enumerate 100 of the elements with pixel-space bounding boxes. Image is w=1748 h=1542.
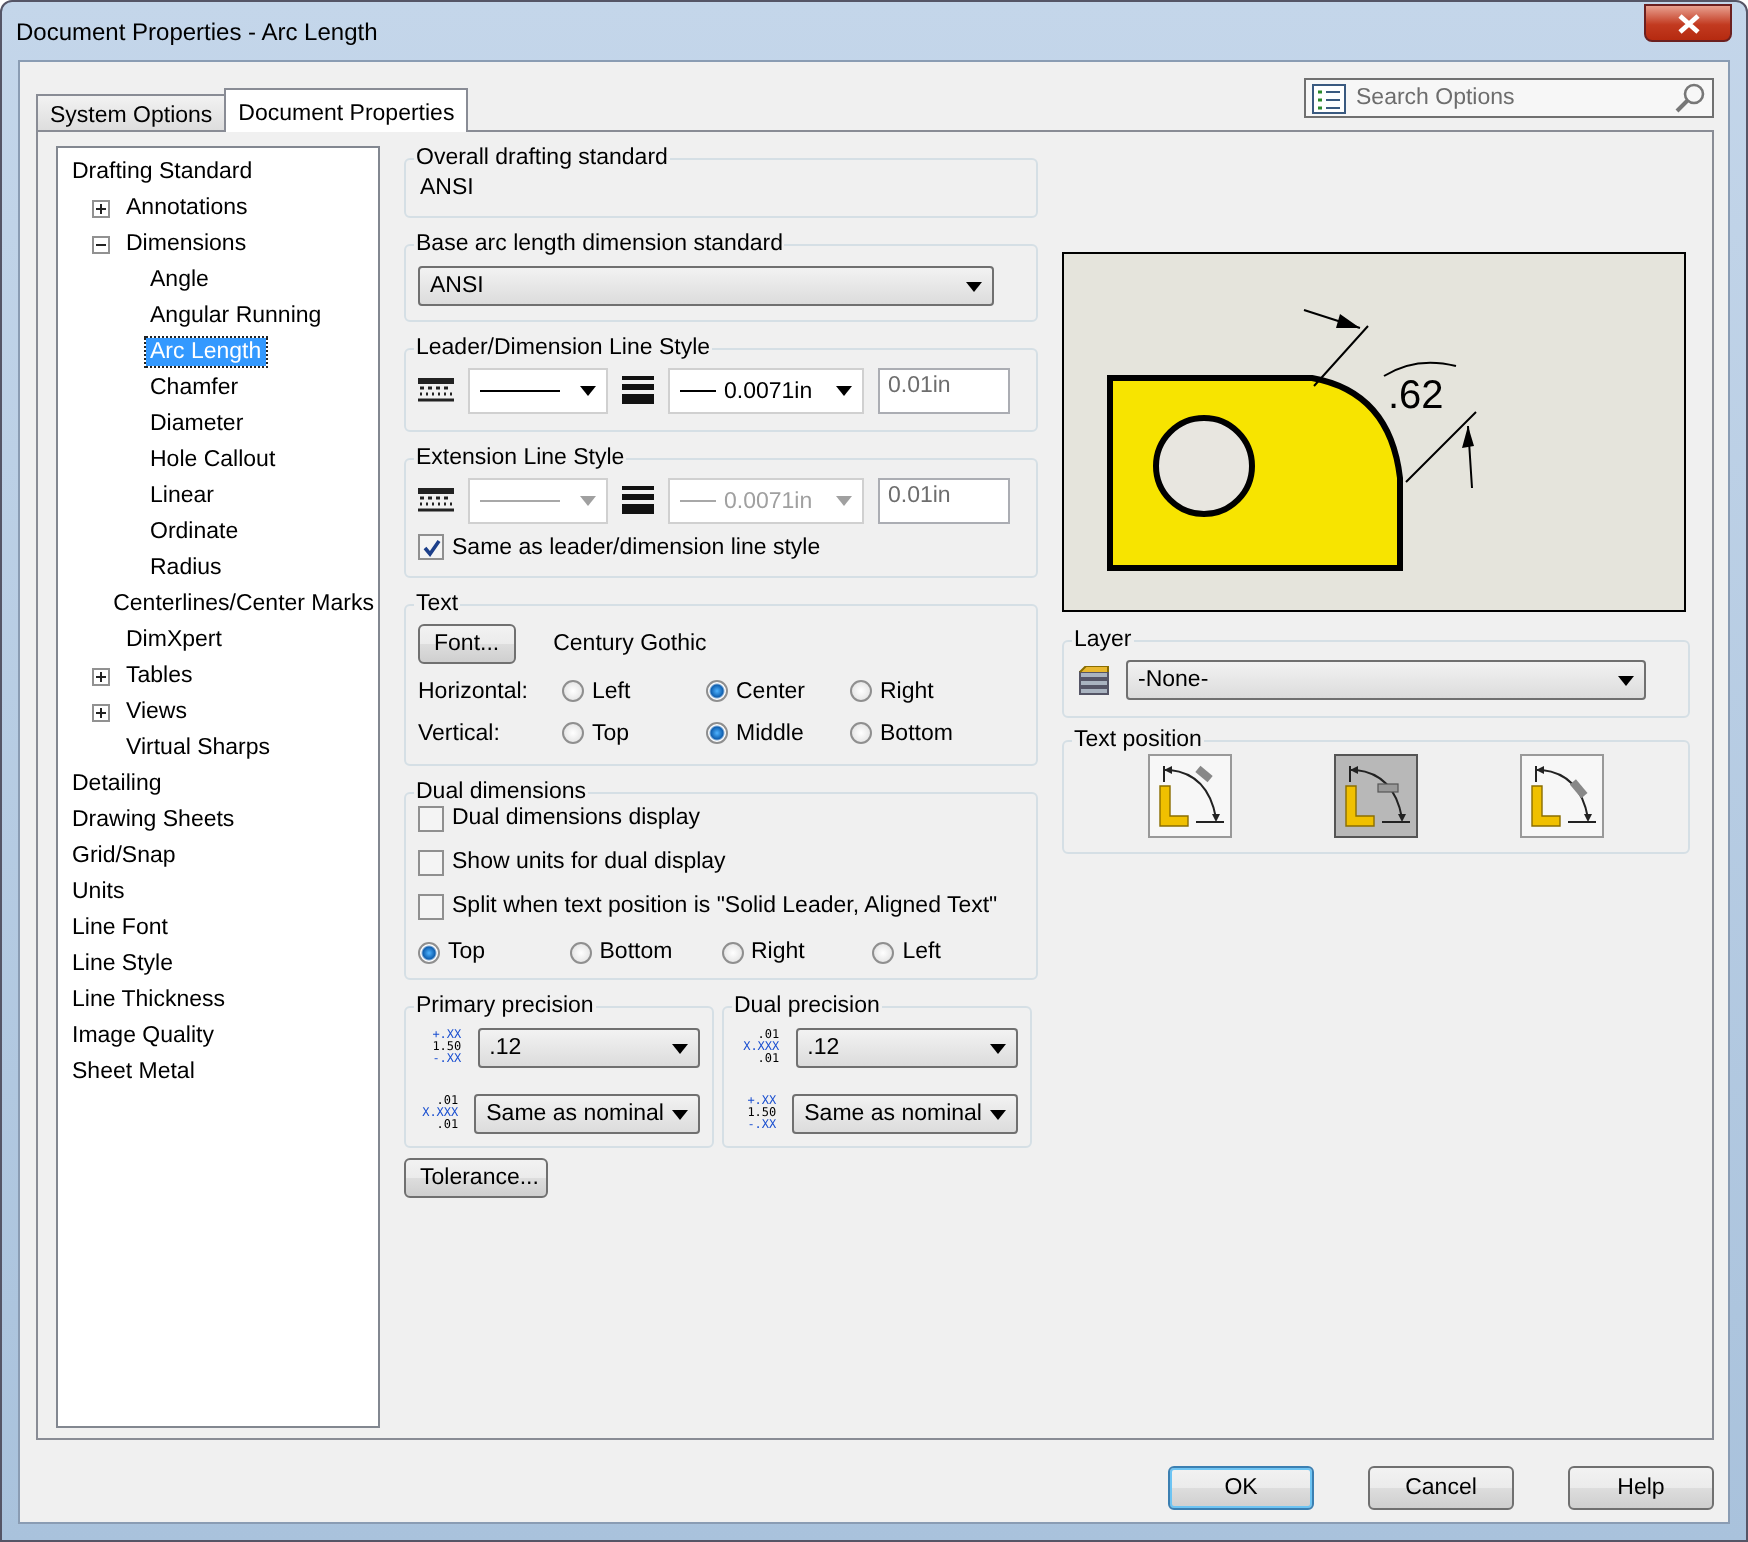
tree-item[interactable]: Image Quality bbox=[68, 1022, 218, 1050]
radio-button[interactable] bbox=[706, 680, 728, 702]
standard-dropdown[interactable]: ANSI bbox=[418, 266, 994, 306]
tree-item[interactable]: Angle bbox=[146, 266, 213, 294]
dialog-button[interactable]: OK bbox=[1168, 1466, 1314, 1510]
expand-icon[interactable] bbox=[92, 667, 110, 685]
line-thickness-dropdown[interactable]: 0.0071in bbox=[668, 368, 864, 414]
group-title: Layer bbox=[1072, 628, 1134, 652]
radio-label: Bottom bbox=[599, 940, 673, 964]
caret-icon bbox=[672, 1109, 688, 1119]
layer-dropdown[interactable]: -None- bbox=[1126, 660, 1646, 700]
group-title: Text position bbox=[1072, 728, 1204, 752]
text-position-button[interactable] bbox=[1147, 754, 1232, 838]
line-pattern-icon bbox=[418, 377, 454, 405]
tree-item[interactable]: Chamfer bbox=[146, 374, 243, 402]
tree-item[interactable]: Radius bbox=[146, 554, 226, 582]
precision-dropdown[interactable]: .12 bbox=[477, 1028, 700, 1068]
group-title: Dual precision bbox=[732, 994, 882, 1018]
tree-item[interactable]: Dimensions bbox=[122, 230, 251, 258]
group-title: Leader/Dimension Line Style bbox=[414, 336, 713, 360]
group-title: Base arc length dimension standard bbox=[414, 232, 785, 256]
tree-item[interactable]: Linear bbox=[146, 482, 218, 510]
radio-button[interactable] bbox=[562, 722, 584, 744]
caret-icon bbox=[836, 386, 852, 396]
line-thickness-icon bbox=[622, 486, 654, 516]
tree-item[interactable]: Tables bbox=[122, 662, 197, 690]
tree-item[interactable]: Views bbox=[122, 698, 191, 726]
line-pattern-icon bbox=[418, 487, 454, 515]
line-style-dropdown[interactable] bbox=[468, 368, 608, 414]
tree-item[interactable]: Virtual Sharps bbox=[122, 734, 275, 762]
tree-item[interactable]: Diameter bbox=[146, 410, 248, 438]
tolerance-button[interactable]: Tolerance... bbox=[404, 1158, 548, 1198]
window-title: Document Properties - Arc Length bbox=[16, 17, 378, 45]
radio-label: Left bbox=[902, 940, 941, 964]
font-name: Century Gothic bbox=[553, 632, 707, 656]
radio-label: Middle bbox=[736, 721, 804, 745]
search-field[interactable]: Search Options bbox=[1304, 78, 1714, 118]
solid-line-icon bbox=[480, 390, 560, 392]
tree-item[interactable]: Ordinate bbox=[146, 518, 243, 546]
tree-item[interactable]: Units bbox=[68, 878, 129, 906]
radio-button[interactable] bbox=[850, 680, 872, 702]
tab[interactable]: System Options bbox=[36, 94, 227, 132]
radio-button[interactable] bbox=[872, 941, 895, 963]
text-position-button[interactable] bbox=[1520, 754, 1605, 838]
collapse-icon[interactable] bbox=[92, 235, 110, 253]
tree-item[interactable]: Detailing bbox=[68, 770, 166, 798]
tree-item[interactable]: Grid/Snap bbox=[68, 842, 180, 870]
close-button[interactable] bbox=[1644, 4, 1732, 42]
dialog-button[interactable]: Help bbox=[1568, 1466, 1714, 1510]
checkbox[interactable] bbox=[418, 894, 444, 920]
radio-button[interactable] bbox=[569, 941, 592, 963]
tree-item[interactable]: Sheet Metal bbox=[68, 1058, 199, 1086]
tree-item[interactable]: Drafting Standard bbox=[68, 158, 257, 186]
precision-dropdown[interactable]: .12 bbox=[795, 1028, 1018, 1068]
tree-item[interactable]: Hole Callout bbox=[146, 446, 280, 474]
radio-label: Right bbox=[880, 679, 934, 703]
expand-icon[interactable] bbox=[92, 199, 110, 217]
checkbox-label: Show units for dual display bbox=[452, 850, 726, 874]
tree-item[interactable]: DimXpert bbox=[122, 626, 226, 654]
caret-icon bbox=[672, 1043, 688, 1053]
radio-button[interactable] bbox=[562, 680, 584, 702]
checkbox[interactable] bbox=[418, 806, 444, 832]
radio-button[interactable] bbox=[850, 722, 872, 744]
checkbox-label: Split when text position is "Solid Leader, Aligned Text" bbox=[452, 894, 998, 918]
tree-item[interactable]: Angular Running bbox=[146, 302, 326, 330]
thickness-value: 0.0071in bbox=[724, 379, 815, 403]
caret-icon bbox=[836, 496, 852, 506]
caret-icon bbox=[990, 1043, 1006, 1053]
layers-icon bbox=[1076, 665, 1112, 695]
caret-icon bbox=[1618, 675, 1634, 685]
group-title: Extension Line Style bbox=[414, 446, 627, 470]
radio-label: Bottom bbox=[880, 721, 953, 745]
checklist-icon bbox=[1312, 83, 1346, 113]
precision-dropdown[interactable]: Same as nominal bbox=[474, 1094, 700, 1134]
dialog-button[interactable]: Cancel bbox=[1368, 1466, 1514, 1510]
radio-label: Left bbox=[592, 679, 631, 703]
tree-item[interactable]: Line Font bbox=[68, 914, 172, 942]
radio-button[interactable] bbox=[721, 941, 743, 963]
tree-item[interactable]: Line Style bbox=[68, 950, 178, 978]
radio-button[interactable] bbox=[706, 722, 728, 744]
checkbox[interactable] bbox=[418, 850, 444, 876]
text-position-button[interactable] bbox=[1333, 754, 1418, 838]
tab[interactable]: Document Properties bbox=[224, 88, 469, 132]
precision-dropdown[interactable]: Same as nominal bbox=[792, 1094, 1018, 1134]
thickness-input[interactable]: 0.01in bbox=[878, 368, 1010, 414]
expand-icon[interactable] bbox=[92, 703, 110, 721]
dimension-value: .62 bbox=[1388, 374, 1444, 418]
caret-icon bbox=[990, 1109, 1006, 1119]
tree-item[interactable]: Drawing Sheets bbox=[68, 806, 239, 834]
tree-item[interactable]: Line Thickness bbox=[68, 986, 229, 1014]
radio-button[interactable] bbox=[418, 941, 440, 963]
search-icon bbox=[1674, 82, 1706, 114]
radio-label: Right bbox=[751, 940, 805, 964]
radio-label: Top bbox=[592, 721, 630, 745]
solid-line-icon bbox=[680, 500, 716, 502]
font-button[interactable]: Font... bbox=[418, 624, 516, 664]
tree-item[interactable]: Annotations bbox=[122, 194, 252, 222]
caret-icon bbox=[580, 386, 596, 396]
alignment-label: Vertical: bbox=[418, 721, 502, 745]
tree-item[interactable]: Centerlines/Center Marks bbox=[109, 590, 378, 618]
